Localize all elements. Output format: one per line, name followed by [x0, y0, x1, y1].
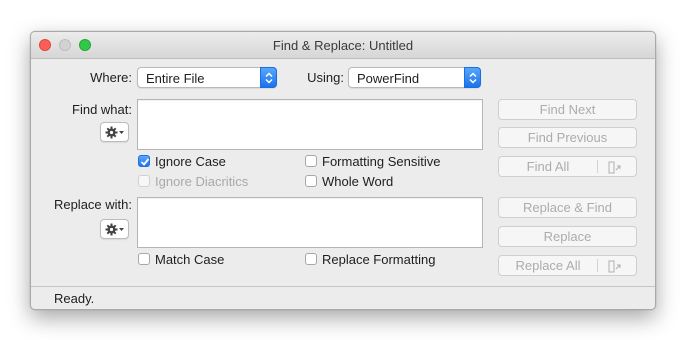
results-window-icon	[608, 160, 622, 179]
find-all-label: Find All	[526, 159, 570, 174]
checkbox-icon	[305, 253, 317, 265]
popup-arrows-icon	[260, 67, 277, 88]
find-options-menu-button[interactable]	[100, 122, 129, 142]
checkbox-checked-icon	[138, 155, 150, 167]
match-case-label: Match Case	[155, 252, 225, 267]
checkbox-icon	[305, 175, 317, 187]
replace-text-field[interactable]	[137, 197, 483, 248]
checkbox-icon	[305, 155, 317, 167]
using-value: PowerFind	[357, 71, 420, 86]
gear-icon	[105, 223, 124, 236]
results-window-icon	[608, 259, 622, 278]
popup-arrows-icon	[464, 67, 481, 88]
replace-all-button[interactable]: Replace All	[498, 255, 637, 276]
where-label: Where:	[90, 70, 132, 85]
ignore-diacritics-label: Ignore Diacritics	[155, 174, 249, 189]
checkbox-icon	[138, 175, 150, 187]
replace-all-label: Replace All	[515, 258, 581, 273]
find-what-label: Find what:	[72, 102, 132, 117]
where-popup[interactable]: Entire File	[137, 67, 277, 88]
using-label: Using:	[307, 70, 344, 85]
where-value: Entire File	[146, 71, 205, 86]
using-popup[interactable]: PowerFind	[348, 67, 481, 88]
status-bar: Ready.	[31, 286, 655, 309]
find-text-field[interactable]	[137, 99, 483, 150]
replace-with-label: Replace with:	[53, 197, 132, 212]
replace-formatting-label: Replace Formatting	[322, 252, 436, 267]
replace-and-find-button[interactable]: Replace & Find	[498, 197, 637, 218]
find-previous-button[interactable]: Find Previous	[498, 127, 637, 148]
checkbox-icon	[138, 253, 150, 265]
gear-icon	[105, 126, 124, 139]
replace-options-menu-button[interactable]	[100, 219, 129, 239]
find-replace-window: Find & Replace: Untitled Where: Entire F…	[30, 31, 656, 310]
find-next-button[interactable]: Find Next	[498, 99, 637, 120]
formatting-sensitive-label: Formatting Sensitive	[322, 154, 441, 169]
find-all-button[interactable]: Find All	[498, 156, 637, 177]
status-text: Ready.	[54, 291, 95, 306]
window-title: Find & Replace: Untitled	[272, 38, 414, 53]
title-bar[interactable]: Find & Replace: Untitled	[31, 32, 655, 59]
replace-button[interactable]: Replace	[498, 226, 637, 247]
ignore-case-label: Ignore Case	[155, 154, 226, 169]
whole-word-label: Whole Word	[322, 174, 394, 189]
